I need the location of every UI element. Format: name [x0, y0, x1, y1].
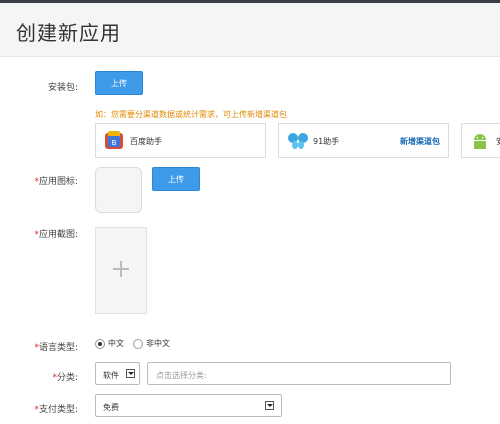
store-name-baidu: 百度助手 — [130, 137, 162, 146]
plus-icon — [113, 261, 129, 277]
chevron-down-icon — [265, 401, 274, 410]
language-label-text: 语言类型: — [38, 343, 78, 353]
category-input[interactable]: 点击选择分类: — [147, 362, 451, 385]
store-card-baidu[interactable]: B 百度助手 — [95, 123, 266, 158]
icon-label-text: 应用图标: — [38, 177, 78, 187]
upload-package-button-label: 上传 — [111, 78, 127, 88]
category-placeholder: 点击选择分类: — [156, 371, 207, 380]
category-label: *分类: — [8, 370, 78, 383]
screenshot-label: *应用截图: — [8, 227, 78, 240]
android-icon — [474, 134, 486, 149]
upload-icon-button[interactable]: 上传 — [152, 167, 200, 191]
icon-label: *应用图标: — [8, 174, 78, 187]
page-header: 创建新应用 — [0, 3, 500, 57]
radio-non-chinese[interactable] — [133, 339, 143, 349]
page-title: 创建新应用 — [16, 21, 121, 45]
store-name-android: 安 — [496, 136, 500, 147]
store-name-91: 91助手 — [313, 137, 340, 146]
category-type-value: 软件 — [103, 371, 119, 380]
category-label-text: 分类: — [56, 373, 78, 383]
store-card-android[interactable]: 安 — [461, 123, 500, 158]
app-icon-placeholder — [95, 167, 142, 213]
language-label: *语言类型: — [8, 340, 78, 353]
payment-label-text: 支付类型: — [38, 405, 78, 415]
package-label-text: 安装包: — [47, 83, 78, 93]
add-channel-link[interactable]: 新增渠道包 — [400, 136, 440, 147]
channel-hint: 如：您需要分渠道数据或统计需求，可上传新增渠道包 — [95, 110, 287, 119]
radio-chinese[interactable] — [95, 339, 105, 349]
package-label: 安装包: — [8, 80, 78, 93]
butterfly-91-icon — [288, 133, 308, 149]
payment-value: 免费 — [103, 403, 119, 412]
payment-label: *支付类型: — [8, 402, 78, 415]
add-screenshot-box[interactable] — [95, 227, 147, 314]
chevron-down-icon — [126, 369, 135, 378]
baidu-assistant-icon: B — [105, 131, 123, 149]
svg-text:B: B — [112, 139, 117, 147]
upload-icon-button-label: 上传 — [168, 174, 184, 184]
screenshot-label-text: 应用截图: — [38, 230, 78, 240]
store-card-91[interactable]: 91助手 新增渠道包 — [278, 123, 449, 158]
category-type-select[interactable]: 软件 — [95, 362, 140, 385]
payment-select[interactable]: 免费 — [95, 394, 282, 417]
upload-package-button[interactable]: 上传 — [95, 71, 143, 95]
radio-chinese-label: 中文 — [108, 339, 124, 348]
radio-non-chinese-label: 非中文 — [146, 339, 170, 348]
